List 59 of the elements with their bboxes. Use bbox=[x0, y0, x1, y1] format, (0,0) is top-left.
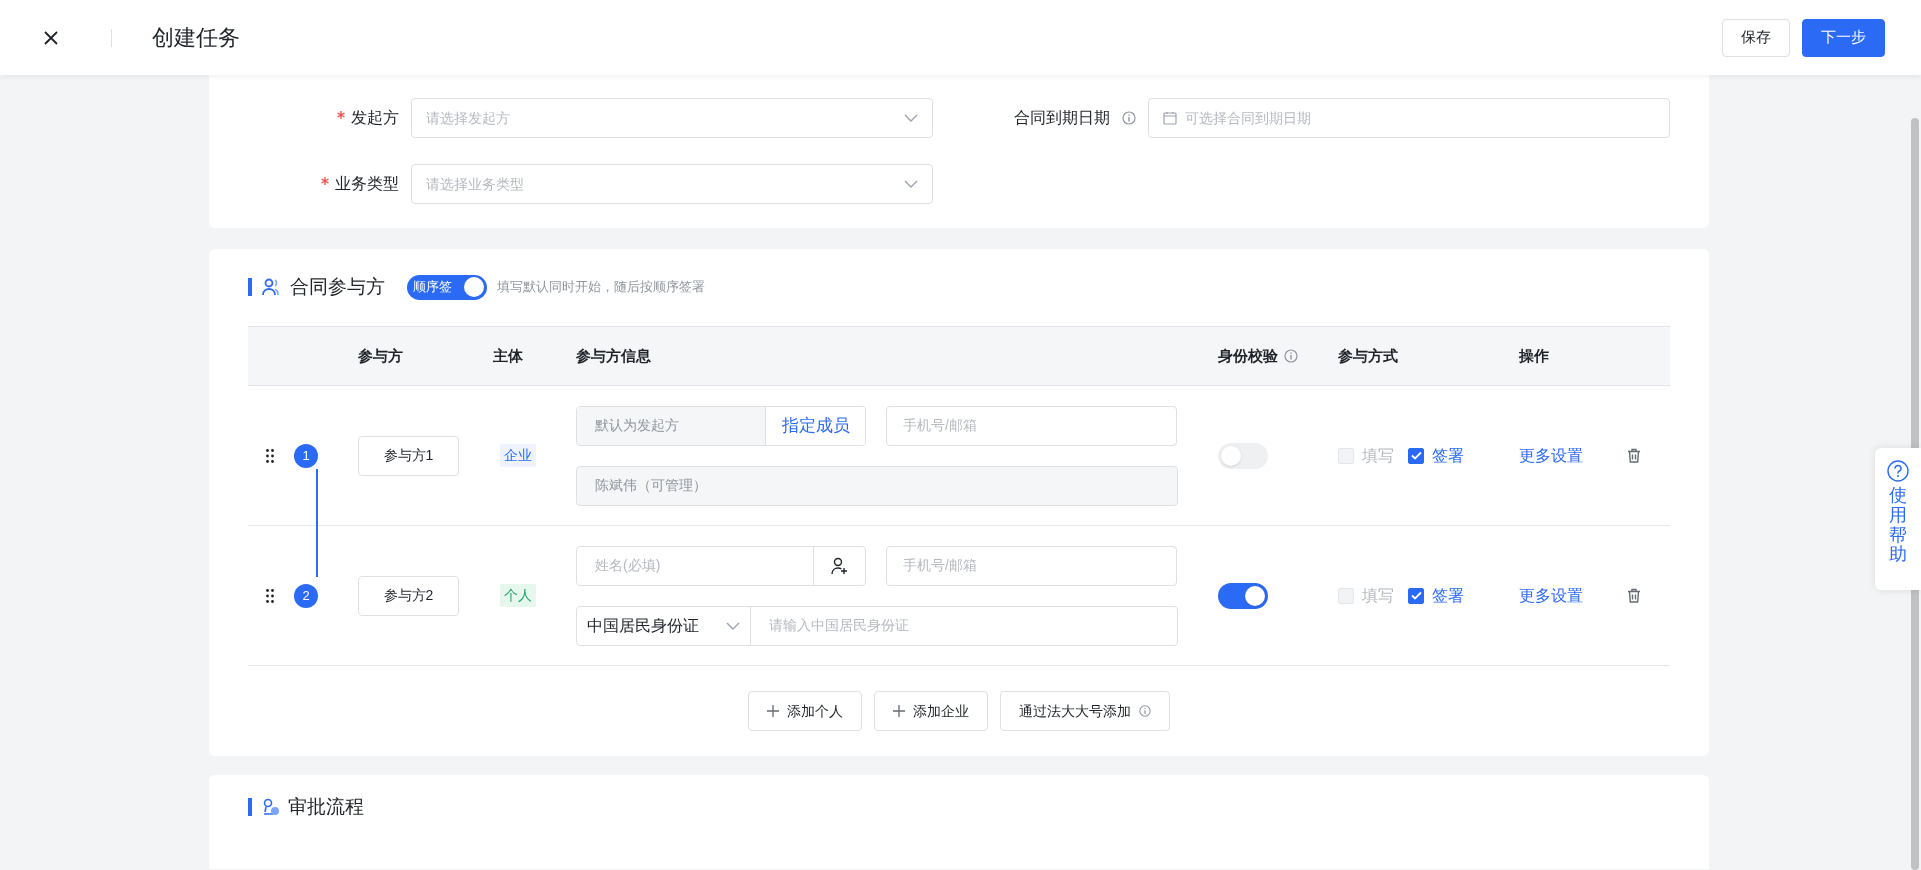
add-participant-button[interactable]: 添加个人 bbox=[748, 691, 862, 731]
checkbox[interactable] bbox=[1408, 447, 1424, 464]
field-label: 发起方 bbox=[351, 108, 399, 128]
drag-handle-icon[interactable] bbox=[266, 588, 274, 603]
plus-icon bbox=[893, 705, 905, 717]
column-header: 操作 bbox=[1519, 345, 1549, 366]
info-icon bbox=[1139, 705, 1151, 717]
participant-name-field[interactable]: 参与方2 bbox=[358, 575, 459, 616]
checkbox-label: 填写 bbox=[1362, 445, 1394, 466]
column-header: 参与方信息 bbox=[576, 345, 651, 366]
step-number: 2 bbox=[294, 583, 318, 608]
more-settings-link[interactable]: 更多设置 bbox=[1519, 583, 1583, 608]
people-icon bbox=[262, 278, 282, 296]
required-asterisk-icon bbox=[337, 111, 345, 119]
add-participant-button[interactable]: 添加企业 bbox=[874, 691, 988, 731]
column-header: 参与方式 bbox=[1338, 345, 1398, 366]
trash-icon[interactable] bbox=[1627, 448, 1641, 463]
close-icon[interactable] bbox=[44, 30, 58, 45]
calendar-icon bbox=[1163, 111, 1177, 125]
checkbox[interactable] bbox=[1408, 587, 1424, 604]
initiator-field: 默认为发起方 指定成员 bbox=[576, 405, 866, 446]
section-title: 合同参与方 bbox=[290, 274, 385, 299]
column-header: 参与方 bbox=[358, 345, 403, 366]
info-icon bbox=[1284, 349, 1298, 363]
more-settings-link[interactable]: 更多设置 bbox=[1519, 443, 1583, 468]
assign-member-link[interactable]: 指定成员 bbox=[765, 406, 865, 445]
toggle-switch[interactable] bbox=[1218, 442, 1268, 469]
help-icon bbox=[1887, 460, 1909, 482]
chevron-down-icon bbox=[904, 114, 918, 122]
page-title: 创建任务 bbox=[152, 24, 240, 52]
entity-tag: 个人 bbox=[500, 584, 536, 607]
entity-tag: 企业 bbox=[500, 444, 536, 467]
field-label: 合同到期日期 bbox=[1014, 108, 1110, 128]
help-widget[interactable]: 使用帮助 bbox=[1875, 448, 1921, 590]
participant-name-field[interactable]: 参与方1 bbox=[358, 435, 459, 476]
checkbox-label: 签署 bbox=[1432, 445, 1464, 466]
next-button[interactable]: 下一步 bbox=[1802, 18, 1885, 57]
add-participant-button[interactable]: 通过法大大号添加 bbox=[1000, 691, 1170, 731]
chevron-down-icon bbox=[904, 180, 918, 188]
column-header: 主体 bbox=[493, 345, 523, 366]
checkbox-label: 签署 bbox=[1432, 585, 1464, 606]
help-label: 使用帮助 bbox=[1889, 486, 1907, 566]
approval-icon bbox=[262, 798, 280, 816]
plus-icon bbox=[767, 705, 779, 717]
required-asterisk-icon bbox=[321, 177, 329, 185]
checkbox-label: 填写 bbox=[1362, 585, 1394, 606]
step-number: 1 bbox=[294, 443, 318, 468]
section-title: 审批流程 bbox=[288, 794, 364, 819]
add-person-icon bbox=[830, 556, 849, 575]
info-icon bbox=[1122, 111, 1136, 125]
hint-text: 填写默认同时开始，随后按顺序签署 bbox=[497, 278, 705, 297]
trash-icon[interactable] bbox=[1627, 588, 1641, 603]
save-button[interactable]: 保存 bbox=[1722, 18, 1790, 57]
field-label: 业务类型 bbox=[335, 174, 399, 194]
member-field: 陈斌伟（可管理） bbox=[576, 465, 1178, 506]
toggle-switch[interactable] bbox=[1218, 582, 1268, 609]
sequential-toggle[interactable]: 顺序签 bbox=[407, 274, 487, 300]
column-header: 身份校验 bbox=[1218, 345, 1278, 366]
drag-handle-icon[interactable] bbox=[266, 448, 274, 463]
